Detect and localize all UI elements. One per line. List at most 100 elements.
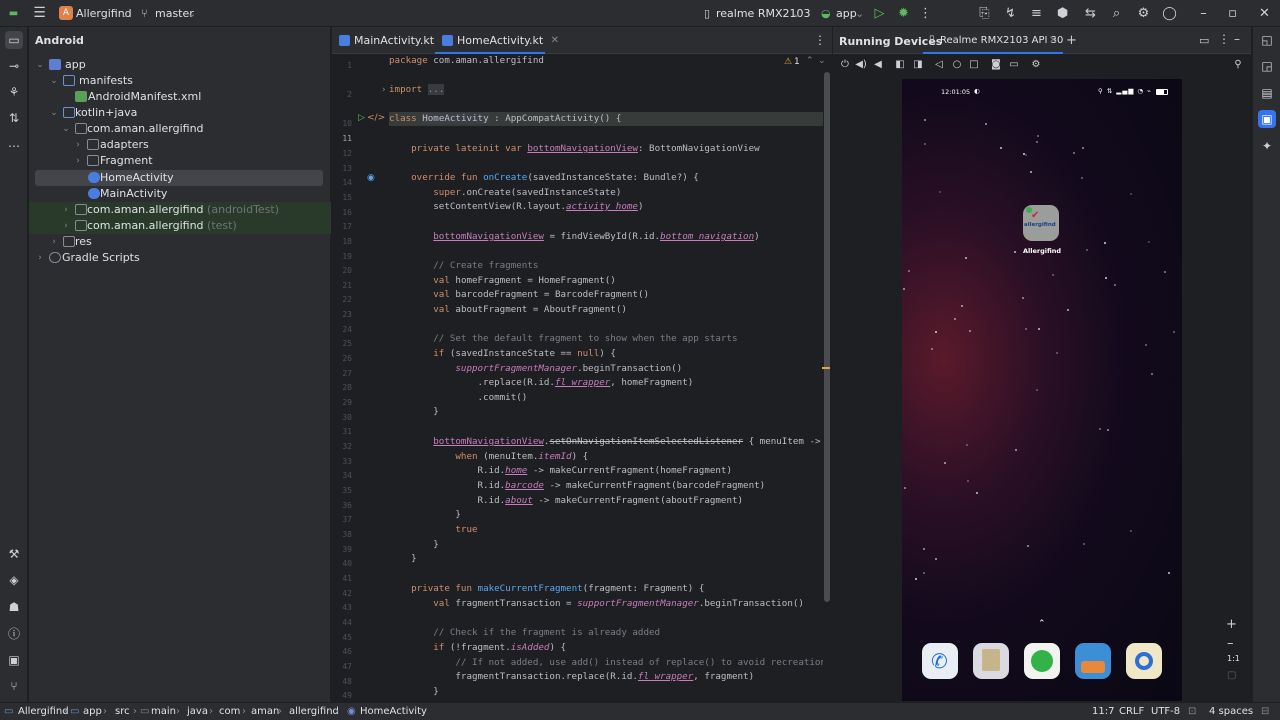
tree-item-fragment[interactable]: › Fragment: [29, 153, 331, 169]
power-icon[interactable]: ⏻: [838, 58, 852, 72]
vcs-status-icon[interactable]: ⊟: [1261, 705, 1269, 719]
breadcrumb-7[interactable]: allergifind: [289, 705, 339, 719]
run-config-selector[interactable]: app: [836, 5, 857, 22]
tree-item-manifests[interactable]: ⌄ manifests: [29, 73, 331, 89]
expand-arrow-icon[interactable]: ›: [35, 250, 45, 266]
breadcrumb-4[interactable]: java: [187, 705, 208, 719]
minimize-window-icon[interactable]: –: [1196, 6, 1211, 21]
breadcrumb-8[interactable]: HomeActivity: [360, 705, 427, 719]
apply-changes-icon[interactable]: ↯: [1003, 6, 1018, 21]
gradle-tool-icon[interactable]: ◲: [1258, 57, 1276, 75]
override-gutter-icon[interactable]: ◉: [367, 173, 375, 183]
overview-icon[interactable]: □: [967, 58, 981, 72]
add-device-icon[interactable]: +: [1066, 33, 1077, 48]
device-explorer-icon[interactable]: ▤: [1258, 84, 1276, 102]
breadcrumb-3[interactable]: main: [151, 705, 176, 719]
zoom-in-icon[interactable]: +: [1226, 617, 1237, 632]
zoom-out-icon[interactable]: –: [1227, 636, 1234, 651]
tree-item-package[interactable]: ⌄ com.aman.allergifind: [29, 121, 331, 137]
breadcrumb-2[interactable]: src: [115, 705, 130, 719]
tree-item-androidtest-package[interactable]: › com.aman.allergifind (androidTest): [29, 202, 331, 218]
run-config-chevron-icon[interactable]: ⌄: [855, 5, 864, 22]
expand-arrow-icon[interactable]: ›: [61, 218, 71, 234]
commit-tool-icon[interactable]: ⊸: [5, 57, 23, 75]
screen-record-icon[interactable]: ▭: [1007, 58, 1021, 72]
collapse-arrow-icon[interactable]: ⌄: [61, 121, 71, 137]
run-gutter-icon[interactable]: ▷: [358, 113, 365, 123]
rotate-left-icon[interactable]: ◧: [893, 58, 907, 72]
tree-item-res[interactable]: › res: [29, 234, 331, 250]
mirroring-options-icon[interactable]: ⚲: [1231, 58, 1245, 72]
notifications-icon[interactable]: ◱: [1258, 31, 1276, 49]
expand-arrow-icon[interactable]: ›: [73, 137, 83, 153]
tab-device[interactable]: ▯ Realme RMX2103 API 30 ✕: [923, 27, 1063, 54]
pull-requests-icon[interactable]: ⇅: [5, 109, 23, 127]
readonly-lock-icon[interactable]: ⊡: [1188, 705, 1196, 719]
expand-arrow-icon[interactable]: ›: [49, 234, 59, 250]
device-settings-icon[interactable]: ⚙: [1029, 58, 1043, 72]
account-icon[interactable]: ◯: [1162, 6, 1177, 21]
back-icon[interactable]: ◁: [932, 58, 946, 72]
phone-dialer-icon[interactable]: ✆: [922, 643, 958, 679]
logcat-icon[interactable]: ☗: [5, 598, 23, 616]
tree-item-test-package[interactable]: › com.aman.allergifind (test): [29, 218, 331, 234]
gallery-app-icon[interactable]: [1075, 643, 1111, 679]
zoom-fit-icon[interactable]: ▢: [1227, 670, 1236, 681]
tree-item-app[interactable]: ⌄ app: [29, 57, 331, 73]
collapse-arrow-icon[interactable]: ⌄: [49, 73, 59, 89]
version-control-icon[interactable]: ⑂: [5, 677, 23, 695]
breadcrumb-1[interactable]: app: [83, 705, 102, 719]
sdk-manager-icon[interactable]: ⬢: [1055, 6, 1070, 21]
panel-options-icon[interactable]: ⋮: [1218, 32, 1230, 46]
breadcrumb-0[interactable]: Allergifind: [18, 705, 69, 719]
breadcrumb-6[interactable]: aman: [251, 705, 279, 719]
home-icon[interactable]: ○: [950, 58, 964, 72]
hide-panel-icon[interactable]: –: [1234, 32, 1240, 46]
file-encoding[interactable]: UTF-8: [1151, 705, 1180, 719]
close-window-icon[interactable]: ✕: [1257, 6, 1272, 21]
sync-icon[interactable]: ≡: [1029, 6, 1044, 21]
tab-options-icon[interactable]: ⋮: [814, 33, 826, 47]
collapse-arrow-icon[interactable]: ⌄: [35, 57, 45, 73]
tab-mainactivity[interactable]: MainActivity.kt: [332, 27, 434, 54]
collapse-arrow-icon[interactable]: ⌄: [49, 105, 59, 121]
more-actions-icon[interactable]: ⋮: [918, 6, 933, 21]
problems-icon[interactable]: ⓘ: [5, 625, 23, 643]
run-icon[interactable]: ▷: [872, 6, 887, 21]
close-tab-icon[interactable]: ✕: [551, 27, 559, 54]
scroll-warning-marker[interactable]: [822, 367, 830, 369]
project-chevron-icon[interactable]: ⌄: [120, 5, 129, 22]
rotate-right-icon[interactable]: ◨: [911, 58, 925, 72]
device-screen[interactable]: 12:01:05 ◐ ⚲ ⇅ ▂▄▆ ◔ ⌁ ✔ allergifind All…: [902, 79, 1182, 701]
settings-gear-icon[interactable]: ⚙: [1136, 6, 1151, 21]
editor-scrollbar[interactable]: [824, 72, 830, 602]
expand-arrow-icon[interactable]: ›: [61, 202, 71, 218]
maximize-window-icon[interactable]: ▫: [1225, 6, 1240, 21]
search-icon[interactable]: ⌕: [1109, 6, 1124, 21]
tree-item-androidmanifest[interactable]: AndroidManifest.xml: [29, 89, 331, 105]
close-tab-icon[interactable]: ✕: [1049, 35, 1057, 46]
app-icon-allergifind[interactable]: ✔ allergifind: [1023, 205, 1059, 241]
gemini-icon[interactable]: ✦: [1258, 137, 1276, 155]
more-tools-icon[interactable]: ⋯: [5, 137, 23, 155]
tab-homeactivity[interactable]: HomeActivity.kt ✕: [435, 27, 559, 54]
resource-manager-icon[interactable]: ⚘: [5, 83, 23, 101]
tree-item-kotlin-java[interactable]: ⌄ kotlin+java: [29, 105, 331, 121]
debug-icon[interactable]: ✹: [896, 6, 911, 21]
layout-icon[interactable]: ▭: [1199, 34, 1209, 47]
camera-app-icon[interactable]: [1126, 643, 1162, 679]
build-icon[interactable]: ⚒: [5, 545, 23, 563]
line-separator[interactable]: CRLF: [1119, 705, 1144, 719]
volume-down-icon[interactable]: ◀: [871, 58, 885, 72]
device-chevron-icon[interactable]: ⌄: [792, 5, 801, 22]
breadcrumb-5[interactable]: com: [219, 705, 240, 719]
tree-item-adapters[interactable]: › adapters: [29, 137, 331, 153]
messages-app-icon[interactable]: [1024, 643, 1060, 679]
indent-setting[interactable]: 4 spaces: [1209, 705, 1253, 719]
main-menu-icon[interactable]: ☰: [32, 6, 47, 21]
tree-item-homeactivity[interactable]: HomeActivity: [35, 170, 323, 186]
screenshot-icon[interactable]: ◙: [989, 58, 1003, 72]
branch-chevron-icon[interactable]: ⌄: [187, 5, 196, 22]
volume-up-icon[interactable]: ◀): [854, 58, 868, 72]
running-devices-tool-icon[interactable]: ▣: [1258, 110, 1276, 128]
